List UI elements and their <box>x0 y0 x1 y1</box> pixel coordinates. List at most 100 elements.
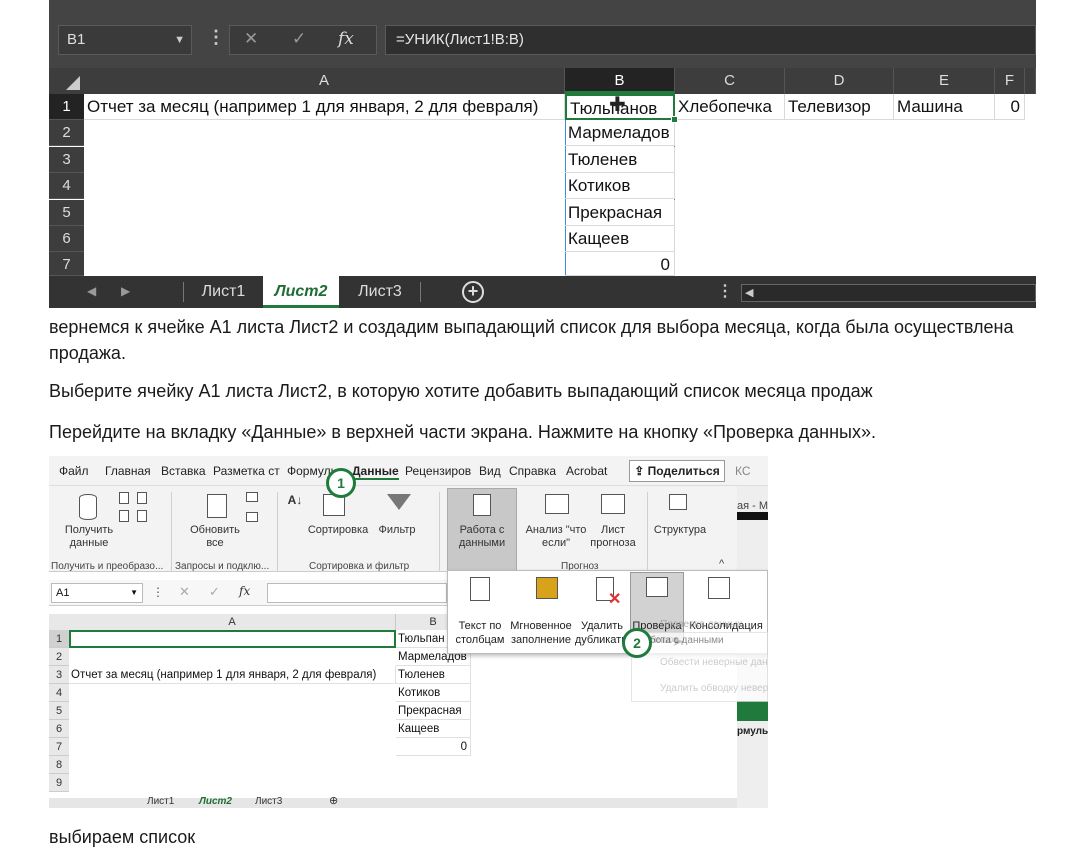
row-header-5-2[interactable]: 5 <box>49 702 69 720</box>
cell-b3[interactable]: Тюленев <box>565 147 675 173</box>
column-header-d[interactable]: D <box>785 68 894 94</box>
submenu-item-clear[interactable]: Удалить обводку неверных данных <box>660 683 768 694</box>
row-header-2-2[interactable]: 2 <box>49 648 69 666</box>
ribbon-tab-review[interactable]: Рецензиров <box>405 464 471 478</box>
cell-a1-2[interactable] <box>69 630 396 648</box>
scroll-left-icon[interactable]: ◀ <box>87 284 96 298</box>
collapse-ribbon-icon[interactable]: ^ <box>719 558 724 570</box>
formula-input-2[interactable] <box>267 583 447 603</box>
sheet-tab-1[interactable]: Лист1 <box>186 276 261 308</box>
row-header-8-2[interactable]: 8 <box>49 756 69 774</box>
column-header-g[interactable] <box>1025 68 1036 94</box>
fill-handle[interactable] <box>671 116 678 123</box>
queries-icon[interactable] <box>246 492 258 502</box>
name-box-2[interactable]: A1 ▼ <box>51 583 143 603</box>
cell-b4-2[interactable]: Котиков <box>396 684 471 702</box>
more-options-icon[interactable]: ⋮ <box>152 585 164 599</box>
row-header-1-2[interactable]: 1 <box>49 630 69 648</box>
forecast-button[interactable]: Лист прогноза <box>587 524 639 550</box>
cell-b6[interactable]: Кащеев <box>565 226 675 252</box>
row-header-6-2[interactable]: 6 <box>49 720 69 738</box>
row-header-2[interactable]: 2 <box>49 120 84 146</box>
select-all-corner[interactable] <box>49 68 84 94</box>
row-header-9-2[interactable]: 9 <box>49 774 69 792</box>
sort-button[interactable]: Сортировка <box>305 524 371 537</box>
flash-fill-button[interactable]: Мгновенное заполнение <box>508 619 574 647</box>
existing-connections-icon[interactable] <box>137 510 147 522</box>
sheet-tab-2-2[interactable]: Лист2 <box>199 796 232 807</box>
sheet-tab-3-2[interactable]: Лист3 <box>255 796 282 807</box>
more-options-icon[interactable]: ⋮ <box>207 27 226 48</box>
ribbon-tab-help[interactable]: Справка <box>509 464 556 478</box>
add-sheet-icon[interactable]: ⊕ <box>329 794 338 807</box>
cell-f1[interactable]: 0 <box>995 94 1025 120</box>
ribbon-tab-file[interactable]: Файл <box>59 464 89 478</box>
whatif-button[interactable]: Анализ "что если" <box>523 524 589 550</box>
ribbon-tab-data[interactable]: Данные <box>352 464 399 480</box>
cell-b5-2[interactable]: Прекрасная <box>396 702 471 720</box>
cell-b4[interactable]: Котиков <box>565 173 675 199</box>
column-header-e[interactable]: E <box>894 68 995 94</box>
cell-a3-2[interactable]: Отчет за месяц (например 1 для января, 2… <box>69 666 396 684</box>
refresh-all-button[interactable]: Обновить все <box>185 524 245 550</box>
cancel-icon[interactable]: ✕ <box>244 29 258 49</box>
name-box[interactable]: B1 ▼ <box>58 25 192 55</box>
text-csv-icon[interactable] <box>119 492 129 504</box>
column-header-f[interactable]: F <box>995 68 1025 94</box>
ribbon-tab-layout[interactable]: Разметка ст <box>213 464 280 478</box>
column-header-c[interactable]: C <box>675 68 785 94</box>
ribbon-tab-view[interactable]: Вид <box>479 464 501 478</box>
cell-b6-2[interactable]: Кащеев <box>396 720 471 738</box>
ribbon-tab-home[interactable]: Главная <box>105 464 151 478</box>
share-button[interactable]: ⇪ Поделиться <box>629 460 725 482</box>
row-header-6[interactable]: 6 <box>49 226 84 252</box>
row-header-4-2[interactable]: 4 <box>49 684 69 702</box>
splitter-icon[interactable]: ⋮ <box>717 281 733 301</box>
properties-icon[interactable] <box>246 512 258 522</box>
row-header-3-2[interactable]: 3 <box>49 666 69 684</box>
get-data-button[interactable]: Получить данные <box>59 524 119 550</box>
sheet-tab-3[interactable]: Лист3 <box>341 276 419 308</box>
ribbon-tab-acrobat[interactable]: Acrobat <box>566 464 607 478</box>
cell-d1[interactable]: Телевизор <box>785 94 894 120</box>
sort-az-icon[interactable]: А↓ <box>287 494 303 507</box>
filter-button[interactable]: Фильтр <box>375 524 419 537</box>
cell-e1[interactable]: Машина <box>894 94 995 120</box>
select-all-corner-2[interactable] <box>49 614 69 630</box>
scroll-right-icon[interactable]: ▶ <box>121 284 130 298</box>
submenu-item-validate[interactable]: Проверка данных... <box>660 619 751 630</box>
text-to-columns-button[interactable]: Текст по столбцам <box>452 619 508 647</box>
cell-a1[interactable]: Отчет за месяц (например 1 для января, 2… <box>84 94 565 120</box>
submenu-item-circle[interactable]: Обвести неверные данные <box>660 657 768 668</box>
row-header-3[interactable]: 3 <box>49 147 84 173</box>
row-header-7[interactable]: 7 <box>49 252 84 276</box>
ribbon-tab-insert[interactable]: Вставка <box>161 464 206 478</box>
recent-sources-icon[interactable] <box>137 492 147 504</box>
row-header-5[interactable]: 5 <box>49 200 84 226</box>
row-header-4[interactable]: 4 <box>49 173 84 199</box>
row-header-1[interactable]: 1 <box>49 94 84 120</box>
chevron-down-icon[interactable]: ▼ <box>130 584 138 602</box>
scroll-left-arrow-icon[interactable]: ◀ <box>745 286 753 299</box>
column-header-a[interactable]: A <box>84 68 565 94</box>
confirm-icon[interactable]: ✓ <box>292 29 306 49</box>
function-icon[interactable]: fx <box>239 584 250 598</box>
cancel-icon[interactable]: ✕ <box>179 584 190 600</box>
cell-b5[interactable]: Прекрасная <box>565 200 675 226</box>
web-icon[interactable] <box>119 510 129 522</box>
cell-c1[interactable]: Хлебопечка <box>675 94 785 120</box>
column-header-a-2[interactable]: A <box>69 614 396 630</box>
formula-input[interactable]: =УНИК(Лист1!B:B) <box>385 25 1036 55</box>
column-header-b[interactable]: B <box>565 68 675 94</box>
function-icon[interactable]: fx <box>338 29 354 49</box>
confirm-icon[interactable]: ✓ <box>209 584 220 600</box>
data-tools-button[interactable]: Работа с данными <box>449 524 515 550</box>
sheet-tab-2[interactable]: Лист2 <box>263 276 339 308</box>
cell-b2[interactable]: Мармеладов <box>565 120 675 146</box>
cell-b7[interactable]: 0 <box>565 252 675 276</box>
outline-button[interactable]: Структура <box>653 524 707 537</box>
add-sheet-icon[interactable]: + <box>462 281 484 303</box>
sheet-tab-1-2[interactable]: Лист1 <box>147 796 174 807</box>
cell-b7-2[interactable]: 0 <box>396 738 471 756</box>
horizontal-scrollbar[interactable]: ◀ <box>741 284 1036 302</box>
